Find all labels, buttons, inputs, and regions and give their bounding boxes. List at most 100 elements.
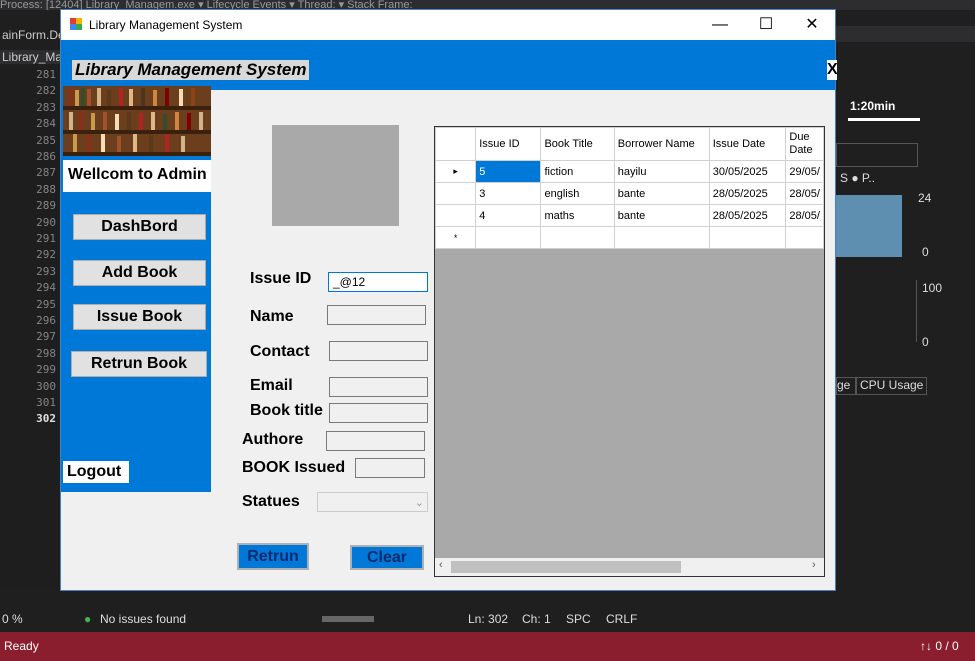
line-number: 302 — [36, 412, 56, 426]
contact-input[interactable] — [329, 341, 428, 361]
dashboard-button[interactable]: DashBord — [73, 214, 206, 240]
sidebar: Wellcom to Admin DashBord Add Book Issue… — [61, 86, 211, 492]
table-cell[interactable]: english — [540, 182, 615, 205]
line-number: 283 — [36, 100, 56, 114]
issue-id-label: Issue ID — [250, 270, 312, 287]
table-cell[interactable]: maths — [540, 204, 615, 227]
line-number: 281 — [36, 68, 56, 81]
vs-zoom[interactable]: 0 % — [2, 612, 23, 626]
app-header: Library Management System X — [61, 40, 838, 90]
line-number: 301 — [36, 396, 56, 409]
issued-books-grid[interactable]: Issue ID Book Title Borrower Name Issue … — [434, 126, 825, 577]
line-number: 286 — [36, 150, 56, 163]
vs-line-gutter: 281 282 283 284 285 286 287 288 289 290 291 292 293 2… — [0, 68, 60, 590]
column-header-due-date[interactable]: Due Date — [785, 127, 824, 161]
email-input[interactable] — [329, 377, 428, 397]
contact-label: Contact — [250, 343, 310, 360]
scrollbar-thumb[interactable] — [451, 561, 681, 573]
welcome-label: Wellcom to Admin — [63, 160, 211, 192]
vs-issues-status[interactable]: No issues found — [100, 612, 186, 626]
table-cell[interactable] — [540, 226, 615, 249]
minimize-icon[interactable]: — — [697, 10, 743, 40]
row-header[interactable] — [435, 182, 477, 205]
grid-corner[interactable] — [435, 127, 477, 161]
statues-label: Statues — [242, 493, 300, 510]
vs-editor-tabs: ainForm.De Library_Ma — [0, 26, 62, 68]
table-cell[interactable]: 28/05/ — [785, 204, 824, 227]
header-close-button[interactable]: X — [827, 60, 838, 80]
authore-label: Authore — [242, 431, 304, 448]
retrun-button[interactable]: Retrun — [237, 543, 309, 570]
table-row[interactable]: 3 english bante 28/05/2025 28/05/ — [435, 182, 824, 205]
bookshelf-image — [63, 86, 211, 156]
issue-id-input[interactable]: _@12 — [328, 272, 428, 292]
table-cell[interactable]: 28/05/2025 — [708, 204, 787, 227]
book-title-input[interactable] — [329, 403, 428, 423]
vs-spc-indicator[interactable]: SPC — [566, 612, 591, 626]
grid-horizontal-scrollbar[interactable]: ‹ › — [435, 558, 824, 576]
vs-cpu-max: 100 — [922, 281, 943, 295]
add-book-button[interactable]: Add Book — [73, 260, 206, 286]
vs-git-changes[interactable]: ↑↓ 0 / 0 — [920, 639, 959, 653]
line-number: 285 — [36, 133, 56, 147]
table-cell[interactable]: fiction — [540, 160, 615, 183]
name-label: Name — [250, 308, 294, 325]
table-cell[interactable]: bante — [613, 182, 710, 205]
table-cell[interactable]: 5 — [475, 160, 542, 183]
table-cell[interactable] — [475, 226, 542, 249]
scroll-left-icon[interactable]: ‹ — [439, 559, 443, 571]
table-cell[interactable]: 30/05/2025 — [708, 160, 787, 183]
book-issued-input[interactable] — [355, 458, 425, 478]
line-number: 287 — [36, 166, 56, 180]
column-header-borrower-name[interactable]: Borrower Name — [613, 127, 710, 161]
table-row[interactable]: 4 maths bante 28/05/2025 28/05/ — [435, 204, 824, 227]
new-row-icon[interactable]: * — [435, 226, 477, 249]
vs-tab-memory[interactable]: ge — [836, 377, 856, 395]
table-cell[interactable]: hayilu — [613, 160, 710, 183]
vs-crlf-indicator[interactable]: CRLF — [606, 612, 637, 626]
row-selector-icon[interactable]: ▸ — [435, 160, 477, 183]
table-cell[interactable] — [613, 226, 710, 249]
table-cell[interactable] — [708, 226, 787, 249]
vs-tab-library[interactable]: Library_Ma — [0, 50, 62, 64]
book-picture-box — [272, 125, 399, 226]
authore-input[interactable] — [326, 431, 425, 451]
table-cell[interactable] — [785, 226, 824, 249]
return-book-button[interactable]: Retrun Book — [71, 351, 207, 377]
table-row[interactable]: ▸ 5 fiction hayilu 30/05/2025 29/05/ — [435, 160, 824, 183]
book-issued-label: BOOK Issued — [242, 459, 346, 476]
vs-chart-max: 24 — [918, 191, 932, 205]
clear-button[interactable]: Clear — [350, 545, 424, 570]
table-cell[interactable]: 28/05/ — [785, 182, 824, 205]
column-header-issue-id[interactable]: Issue ID — [475, 127, 542, 161]
grid-table: Issue ID Book Title Borrower Name Issue … — [435, 127, 824, 249]
table-cell[interactable]: bante — [613, 204, 710, 227]
table-cell[interactable]: 28/05/2025 — [708, 182, 787, 205]
issue-book-button[interactable]: Issue Book — [73, 304, 206, 330]
column-header-issue-date[interactable]: Issue Date — [708, 127, 787, 161]
line-number: 288 — [36, 182, 56, 196]
line-number: 298 — [36, 346, 56, 360]
vs-memory-chart-fill — [836, 195, 902, 257]
new-row[interactable]: * — [435, 226, 824, 249]
table-cell[interactable]: 3 — [475, 182, 542, 205]
line-number: 293 — [36, 264, 56, 278]
column-header-book-title[interactable]: Book Title — [540, 127, 615, 161]
name-input[interactable] — [327, 305, 426, 325]
scroll-right-icon[interactable]: › — [812, 559, 816, 571]
vs-tab-cpu-usage[interactable]: CPU Usage — [856, 377, 927, 395]
vs-hscroll-thumb[interactable] — [322, 616, 374, 622]
vs-legend: S ● P.. — [840, 171, 876, 185]
status-select[interactable]: ⌄ — [317, 492, 428, 512]
table-cell[interactable]: 4 — [475, 204, 542, 227]
vs-tab-mainform[interactable]: ainForm.De — [0, 28, 62, 42]
line-number: 294 — [36, 281, 56, 295]
maximize-icon[interactable]: ☐ — [743, 10, 789, 40]
row-header[interactable] — [435, 204, 477, 227]
close-icon[interactable]: ✕ — [789, 10, 835, 40]
app-window: Library Management System — ☐ ✕ Library … — [60, 9, 838, 591]
logout-button[interactable]: Logout — [63, 461, 129, 483]
window-titlebar[interactable]: Library Management System — ☐ ✕ — [61, 10, 835, 40]
table-cell[interactable]: 29/05/ — [785, 160, 824, 183]
line-number: 297 — [36, 330, 56, 344]
